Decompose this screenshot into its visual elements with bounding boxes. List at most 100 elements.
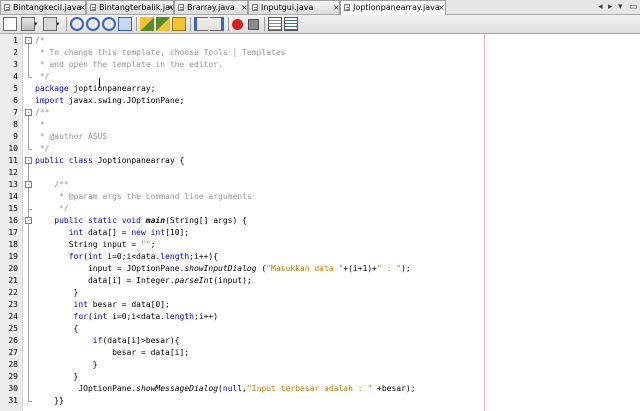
code-token: showInputDialog: [184, 264, 257, 273]
code-line[interactable]: * To change this template, choose Tools …: [35, 47, 286, 58]
shift-left-icon[interactable]: [194, 17, 208, 31]
fold-toggle-icon[interactable]: -: [25, 109, 32, 116]
code-line[interactable]: import javax.swing.JOptionPane;: [35, 95, 184, 106]
code-token: public class: [35, 156, 93, 165]
chevron-down-icon[interactable]: ▾: [34, 17, 40, 31]
close-icon[interactable]: ×: [79, 1, 85, 14]
source-history-icon[interactable]: [3, 17, 17, 31]
find-selection-icon[interactable]: [102, 17, 116, 31]
code-token: */: [35, 72, 50, 81]
line-number: 28: [8, 360, 18, 369]
code-line[interactable]: {: [35, 323, 79, 334]
fold-toggle-icon[interactable]: -: [25, 217, 32, 224]
code-token: Joptionpanearray {: [92, 156, 185, 165]
code-token: joptionpanearray;: [68, 84, 156, 93]
code-line[interactable]: */: [35, 203, 69, 214]
start-macro-icon[interactable]: [232, 19, 243, 30]
code-line[interactable]: String input = "";: [35, 239, 156, 250]
code-token: for: [68, 252, 84, 261]
line-number: 13: [8, 180, 18, 189]
code-line[interactable]: }: [35, 371, 79, 382]
line-number: 3: [13, 60, 18, 69]
code-token: */: [35, 204, 69, 213]
code-token: (input);: [213, 276, 252, 285]
code-line[interactable]: * @param args the command line arguments: [35, 191, 252, 202]
code-line[interactable]: }}: [35, 395, 64, 406]
code-line[interactable]: int data[] = new int[10];: [35, 227, 189, 238]
code-token: * and open the template in the editor.: [35, 60, 223, 69]
code-line[interactable]: /**: [35, 107, 49, 118]
line-number: 24: [8, 312, 18, 321]
java-file-icon: [252, 4, 258, 11]
toggle-bookmark-icon[interactable]: [172, 17, 186, 31]
scroll-right-icon[interactable]: ▸: [608, 1, 613, 13]
close-icon[interactable]: ×: [167, 1, 173, 14]
code-line[interactable]: input = JOptionPane.showInputDialog ("Ma…: [35, 263, 411, 274]
code-line[interactable]: JOptionPane.showMessageDialog(null,"Inpu…: [35, 383, 415, 394]
line-number: 27: [8, 348, 18, 357]
next-bookmark-icon[interactable]: [156, 17, 170, 31]
code-token: int: [68, 228, 84, 237]
close-icon[interactable]: ×: [333, 1, 339, 14]
code-token: * To change this template, choose Tools …: [35, 48, 286, 57]
close-icon[interactable]: ×: [241, 1, 247, 14]
code-line[interactable]: * @author ASUS: [35, 131, 107, 142]
line-number: 18: [8, 240, 18, 249]
tab-label: Joptionpanearray.java: [353, 3, 440, 12]
code-line[interactable]: /*: [35, 35, 45, 46]
tab-bintangterbalik[interactable]: Bintangterbalik.java ×: [86, 0, 174, 14]
code-line[interactable]: *: [35, 119, 45, 130]
tab-bintangkecil[interactable]: Bintangkecil.java ×: [0, 0, 86, 14]
code-line[interactable]: public static void main(String[] args) {: [35, 215, 247, 226]
code-token: length: [160, 252, 190, 261]
code-line[interactable]: for(int i=0;i<data.length;i++): [35, 311, 219, 322]
fold-end: [28, 401, 32, 402]
tab-inputgui[interactable]: Inputgui.java ×: [248, 0, 340, 14]
code-line[interactable]: }: [35, 359, 98, 370]
code-line[interactable]: /**: [35, 179, 68, 190]
back-icon[interactable]: [43, 17, 57, 31]
close-icon[interactable]: ×: [438, 1, 445, 14]
code-line[interactable]: */: [35, 71, 50, 82]
line-number: 7: [13, 108, 18, 117]
code-token: }}: [35, 396, 64, 405]
code-line[interactable]: public class Joptionpanearray {: [35, 155, 184, 166]
stop-macro-icon[interactable]: [248, 19, 259, 30]
fold-toggle-icon[interactable]: -: [25, 181, 32, 188]
code-token: parseInt: [174, 276, 214, 285]
tab-joptionpanearray[interactable]: Joptionpanearray.java ×: [340, 0, 446, 15]
fold-guide: [28, 224, 29, 401]
line-number: 23: [8, 300, 18, 309]
code-line[interactable]: for(int i=0;i<data.length;i++){: [35, 251, 218, 262]
line-number: 25: [8, 324, 18, 333]
line-number: 10: [8, 144, 18, 153]
code-line[interactable]: */: [35, 143, 50, 154]
scroll-left-icon[interactable]: ◂: [598, 1, 603, 13]
restore-window-icon[interactable]: ▭: [629, 1, 638, 13]
comment-icon[interactable]: [268, 17, 282, 31]
find-next-icon[interactable]: [86, 17, 100, 31]
last-edit-icon[interactable]: [21, 17, 35, 31]
code-line[interactable]: }: [35, 287, 79, 298]
code-line[interactable]: * and open the template in the editor.: [35, 59, 223, 70]
fold-toggle-icon[interactable]: -: [25, 37, 32, 44]
tab-brarray[interactable]: Brarray.java ×: [174, 0, 248, 14]
code-line[interactable]: if(data[i]>besar){: [35, 335, 180, 346]
uncomment-icon[interactable]: [284, 17, 298, 31]
previous-bookmark-icon[interactable]: [140, 17, 154, 31]
find-previous-icon[interactable]: [70, 17, 84, 31]
code-line[interactable]: int besar = data[0];: [35, 299, 170, 310]
shift-right-icon[interactable]: [210, 17, 224, 31]
fold-toggle-icon[interactable]: -: [25, 157, 32, 164]
code-line[interactable]: data[i] = Integer.parseInt(input);: [35, 275, 252, 286]
code-line[interactable]: package joptionpanearray;: [35, 83, 155, 94]
tab-list-icon[interactable]: ▾: [618, 1, 623, 13]
chevron-down-icon[interactable]: ▾: [56, 17, 62, 31]
toggle-highlight-icon[interactable]: [118, 17, 132, 31]
line-number: 15: [8, 204, 18, 213]
code-token: if: [92, 336, 103, 345]
java-file-icon: [178, 4, 184, 11]
code-line[interactable]: besar = data[i];: [35, 347, 189, 358]
toolbar-separator: [228, 17, 229, 31]
